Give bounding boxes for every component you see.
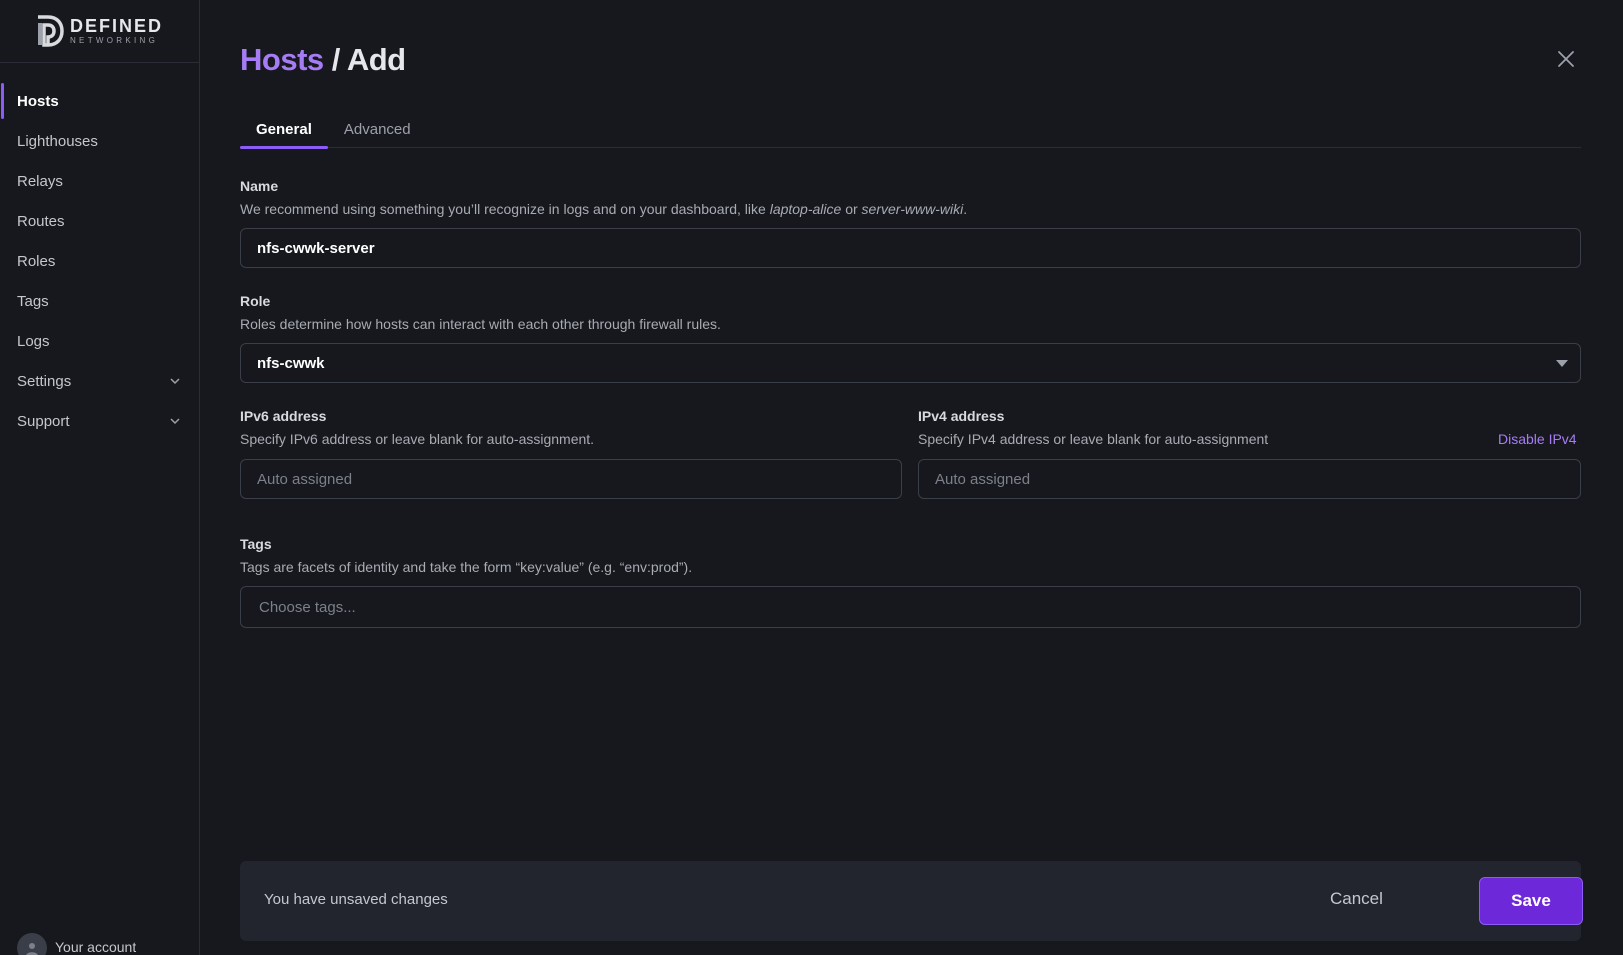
name-help: We recommend using something you’ll reco… (240, 201, 968, 217)
defined-logo-icon (37, 15, 64, 47)
page-title-text: Add (346, 42, 406, 77)
tags-help: Tags are facets of identity and take the… (240, 559, 693, 575)
unsaved-changes-message: You have unsaved changes (264, 891, 448, 908)
sidebar-item-label: Relays (17, 172, 63, 190)
role-label: Role (240, 293, 271, 309)
avatar (17, 933, 47, 955)
ipv4-label: IPv4 address (918, 408, 1005, 424)
app: DEFINED NETWORKING Hosts Lighthouses Rel… (0, 0, 1623, 955)
brand-sub: NETWORKING (69, 36, 159, 45)
tab-advanced[interactable]: Advanced (328, 110, 427, 148)
sidebar-item-label: Hosts (17, 92, 59, 110)
sidebar-item-label: Support (17, 412, 70, 430)
sidebar-item-label: Routes (17, 212, 65, 230)
cancel-button[interactable]: Cancel (1330, 889, 1383, 909)
tags-input[interactable]: Choose tags... (240, 586, 1581, 628)
sidebar-item-label: Roles (17, 252, 56, 270)
ipv6-field[interactable]: Auto assigned (240, 459, 902, 499)
sidebar-item-relays[interactable]: Relays (0, 161, 199, 201)
chevron-down-icon (170, 418, 180, 425)
tab-bar: General Advanced (240, 110, 1581, 149)
sidebar-item-lighthouses[interactable]: Lighthouses (0, 121, 199, 161)
ipv6-label: IPv6 address (240, 408, 327, 424)
sidebar-item-logs[interactable]: Logs (0, 321, 199, 361)
close-icon[interactable] (1555, 48, 1577, 70)
sidebar-nav: Hosts Lighthouses Relays Routes Roles Ta… (0, 63, 199, 441)
sidebar-item-label: Settings (17, 372, 72, 390)
unsaved-changes-bar: You have unsaved changes Cancel Save (240, 861, 1583, 941)
breadcrumb-separator: / (323, 42, 347, 77)
account-label: Your account (55, 939, 137, 955)
tags-label: Tags (240, 536, 272, 552)
account-menu[interactable]: Your account (17, 929, 136, 955)
sidebar-item-routes[interactable]: Routes (0, 201, 199, 241)
dropdown-caret-icon (1556, 360, 1568, 367)
sidebar-item-support[interactable]: Support (0, 401, 199, 441)
sidebar-item-label: Tags (17, 292, 49, 310)
chevron-down-icon (170, 378, 180, 385)
main-content: Hosts / Add General Advanced Name We rec… (200, 0, 1623, 955)
name-field[interactable]: nfs-cwwk-server (240, 228, 1581, 268)
sidebar: DEFINED NETWORKING Hosts Lighthouses Rel… (0, 0, 200, 955)
ipv4-help: Specify IPv4 address or leave blank for … (918, 431, 1269, 447)
role-help: Roles determine how hosts can interact w… (240, 316, 721, 332)
disable-ipv4-link[interactable]: Disable IPv4 (1498, 431, 1577, 447)
tab-general[interactable]: General (240, 110, 328, 149)
sidebar-item-label: Logs (17, 332, 50, 350)
user-icon (26, 943, 38, 955)
sidebar-item-tags[interactable]: Tags (0, 281, 199, 321)
breadcrumb-hosts[interactable]: Hosts (240, 42, 324, 77)
ipv4-field[interactable]: Auto assigned (918, 459, 1581, 499)
logo[interactable]: DEFINED NETWORKING (0, 0, 199, 63)
name-label: Name (240, 178, 279, 194)
sidebar-item-hosts[interactable]: Hosts (0, 81, 199, 121)
sidebar-item-settings[interactable]: Settings (0, 361, 199, 401)
brand-word: DEFINED (69, 16, 163, 36)
role-select-value: nfs-cwwk (257, 354, 325, 372)
role-select[interactable]: nfs-cwwk (240, 343, 1581, 383)
sidebar-item-label: Lighthouses (17, 132, 98, 150)
save-button[interactable]: Save (1479, 877, 1583, 925)
ipv6-help: Specify IPv6 address or leave blank for … (240, 431, 595, 447)
page-title: Hosts / Add (240, 42, 406, 78)
sidebar-item-roles[interactable]: Roles (0, 241, 199, 281)
